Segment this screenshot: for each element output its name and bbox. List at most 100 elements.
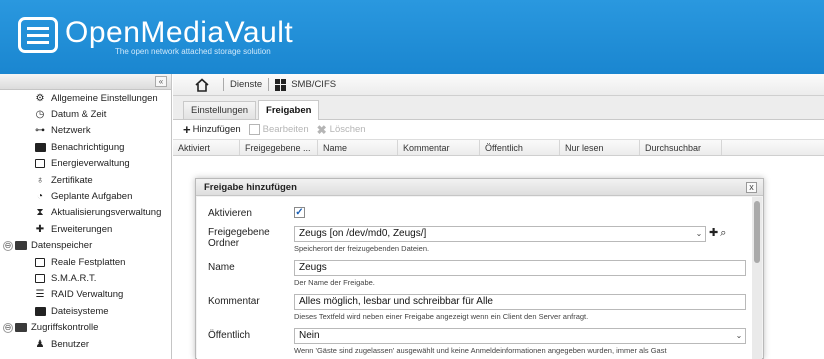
- tree-item-network[interactable]: ⊶ Netzwerk: [0, 123, 171, 139]
- scrollbar-thumb[interactable]: [754, 201, 760, 263]
- navigation-tree: « ⚙ Allgemeine Einstellungen ◷ Datum & Zei…: [0, 74, 172, 359]
- tree-section-label: Datenspeicher: [31, 240, 93, 252]
- tree-item-notification[interactable]: Benachrichtigung: [0, 139, 171, 155]
- enable-label: Aktivieren: [208, 208, 252, 219]
- delete-button[interactable]: ✖ Löschen: [317, 123, 366, 137]
- tree-header: «: [0, 74, 171, 90]
- gears-icon: ⚙: [35, 92, 45, 104]
- shared-folder-value: Zeugs [on /dev/md0, Zeugs/]: [299, 228, 427, 239]
- tab-bar: Einstellungen Freigaben: [173, 96, 824, 120]
- tree-item-label: Erweiterungen: [51, 223, 113, 235]
- column-enabled[interactable]: Aktiviert: [173, 140, 240, 155]
- enable-checkbox[interactable]: ✓: [294, 207, 305, 218]
- search-icon[interactable]: ⌕: [720, 226, 726, 240]
- column-read-only[interactable]: Nur lesen: [560, 140, 640, 155]
- tree-item-filesystems[interactable]: Dateisysteme: [0, 303, 171, 319]
- tree-item-label: Geplante Aufgaben: [51, 191, 133, 203]
- tree-item-certificates[interactable]: ♁ Zertifikate: [0, 172, 171, 188]
- public-select[interactable]: Nein ⌄: [294, 328, 746, 344]
- network-icon: ⊶: [35, 125, 45, 137]
- tree-item-label: Allgemeine Einstellungen: [51, 92, 158, 104]
- tree-item-label: Zertifikate: [51, 174, 93, 186]
- shared-folder-label: Freigegebene Ordner: [208, 227, 270, 249]
- column-comment[interactable]: Kommentar: [398, 140, 480, 155]
- update-icon: ⧗: [36, 207, 44, 219]
- mail-icon: [34, 142, 46, 153]
- folder-icon: [15, 241, 27, 251]
- home-icon[interactable]: [195, 77, 209, 92]
- add-share-dialog: Freigabe hinzufügen x Aktivieren ✓ Freig…: [195, 178, 764, 359]
- tab-settings[interactable]: Einstellungen: [183, 101, 257, 119]
- column-shared-folder[interactable]: Freigegebene ...: [240, 140, 318, 155]
- tree-section-access-control[interactable]: ⊖ Zugriffskontrolle: [0, 319, 171, 335]
- certificate-icon: ♁: [36, 174, 44, 186]
- column-name[interactable]: Name: [318, 140, 398, 155]
- edit-button[interactable]: Bearbeiten: [248, 124, 309, 135]
- delete-icon: ✖: [316, 122, 327, 137]
- folder-actions: ✚ ⌕: [709, 226, 726, 240]
- tree-item-label: Benachrichtigung: [51, 141, 125, 153]
- chevron-down-icon[interactable]: ⌄: [733, 329, 745, 343]
- tree-item-update-management[interactable]: ⧗ Aktualisierungsverwaltung: [0, 205, 171, 221]
- public-value: Nein: [299, 330, 320, 341]
- name-label: Name: [208, 262, 235, 273]
- tree-section-storage[interactable]: ⊖ Datenspeicher: [0, 238, 171, 254]
- power-icon: [34, 158, 46, 169]
- shared-folder-select[interactable]: Zeugs [on /dev/md0, Zeugs/] ⌄: [294, 226, 706, 242]
- tree-item-label: Reale Festplatten: [51, 256, 126, 268]
- add-folder-icon[interactable]: ✚: [709, 226, 718, 240]
- tree-item-label: Datum & Zeit: [51, 109, 107, 121]
- breadcrumb: Dienste SMB/CIFS: [173, 74, 824, 96]
- user-icon: ♟: [35, 338, 45, 350]
- tab-shares[interactable]: Freigaben: [258, 100, 320, 120]
- tree-item-label: S.M.A.R.T.: [51, 272, 97, 284]
- breadcrumb-separator: [268, 78, 270, 91]
- tree-item-label: Benutzer: [51, 338, 90, 350]
- tree-item-label: Energieverwaltung: [51, 158, 130, 170]
- tree-item-physical-disks[interactable]: Reale Festplatten: [0, 254, 171, 270]
- collapse-panel-button[interactable]: «: [155, 76, 167, 87]
- folder-icon: [15, 323, 27, 333]
- tree-item-power-management[interactable]: Energieverwaltung: [0, 156, 171, 172]
- comment-hint: Dieses Textfeld wird neben einer Freigab…: [294, 312, 589, 321]
- app-logo: OpenMediaVault The open network attached…: [18, 17, 293, 56]
- raid-icon: ☰: [35, 289, 45, 301]
- chevron-down-icon[interactable]: ⌄: [693, 227, 705, 241]
- tree-item-users[interactable]: ♟ Benutzer: [0, 336, 171, 352]
- public-label: Öffentlich: [208, 330, 251, 341]
- plugin-icon: ✚: [35, 223, 45, 235]
- scheduled-tasks-icon: ◔: [36, 191, 44, 203]
- add-button-label: Hinzufügen: [192, 124, 241, 135]
- dialog-title: Freigabe hinzufügen: [196, 179, 763, 196]
- name-field[interactable]: Zeugs: [294, 260, 746, 276]
- collapse-toggle-icon[interactable]: ⊖: [3, 240, 13, 251]
- close-icon[interactable]: x: [746, 182, 757, 193]
- breadcrumb-services[interactable]: Dienste: [230, 79, 262, 90]
- column-public[interactable]: Öffentlich: [480, 140, 560, 155]
- tree-item-label: Aktualisierungsverwaltung: [51, 207, 162, 219]
- dialog-scrollbar[interactable]: [752, 197, 762, 359]
- comment-field[interactable]: Alles möglich, lesbar und schreibbar für…: [294, 294, 746, 310]
- column-browseable[interactable]: Durchsuchbar: [640, 140, 722, 155]
- breadcrumb-smb-cifs[interactable]: SMB/CIFS: [291, 79, 336, 90]
- tree-item-smart[interactable]: S.M.A.R.T.: [0, 270, 171, 286]
- app-title: OpenMediaVault: [65, 16, 294, 49]
- tree-item-date-time[interactable]: ◷ Datum & Zeit: [0, 106, 171, 122]
- add-button[interactable]: + Hinzufügen: [183, 121, 241, 137]
- plus-icon: +: [183, 121, 191, 137]
- shared-folder-hint: Speicherort der freizugebenden Dateien.: [294, 244, 430, 253]
- edit-button-label: Bearbeiten: [262, 124, 309, 135]
- windows-icon: [275, 78, 287, 91]
- tree-item-raid-management[interactable]: ☰ RAID Verwaltung: [0, 287, 171, 303]
- tree-item-scheduled-tasks[interactable]: ◔ Geplante Aufgaben: [0, 188, 171, 204]
- tree-item-plugins[interactable]: ✚ Erweiterungen: [0, 221, 171, 237]
- tree-item-label: RAID Verwaltung: [51, 289, 124, 301]
- app-header: OpenMediaVault The open network attached…: [0, 0, 824, 74]
- edit-icon: [248, 124, 260, 135]
- tree-item-general-settings[interactable]: ⚙ Allgemeine Einstellungen: [0, 90, 171, 106]
- grid-header: Aktiviert Freigegebene ... Name Kommenta…: [173, 140, 824, 156]
- collapse-toggle-icon[interactable]: ⊖: [3, 322, 13, 333]
- delete-button-label: Löschen: [329, 124, 366, 135]
- public-hint: Wenn 'Gäste sind zugelassen' ausgewählt …: [294, 346, 667, 355]
- clock-icon: ◷: [35, 109, 45, 121]
